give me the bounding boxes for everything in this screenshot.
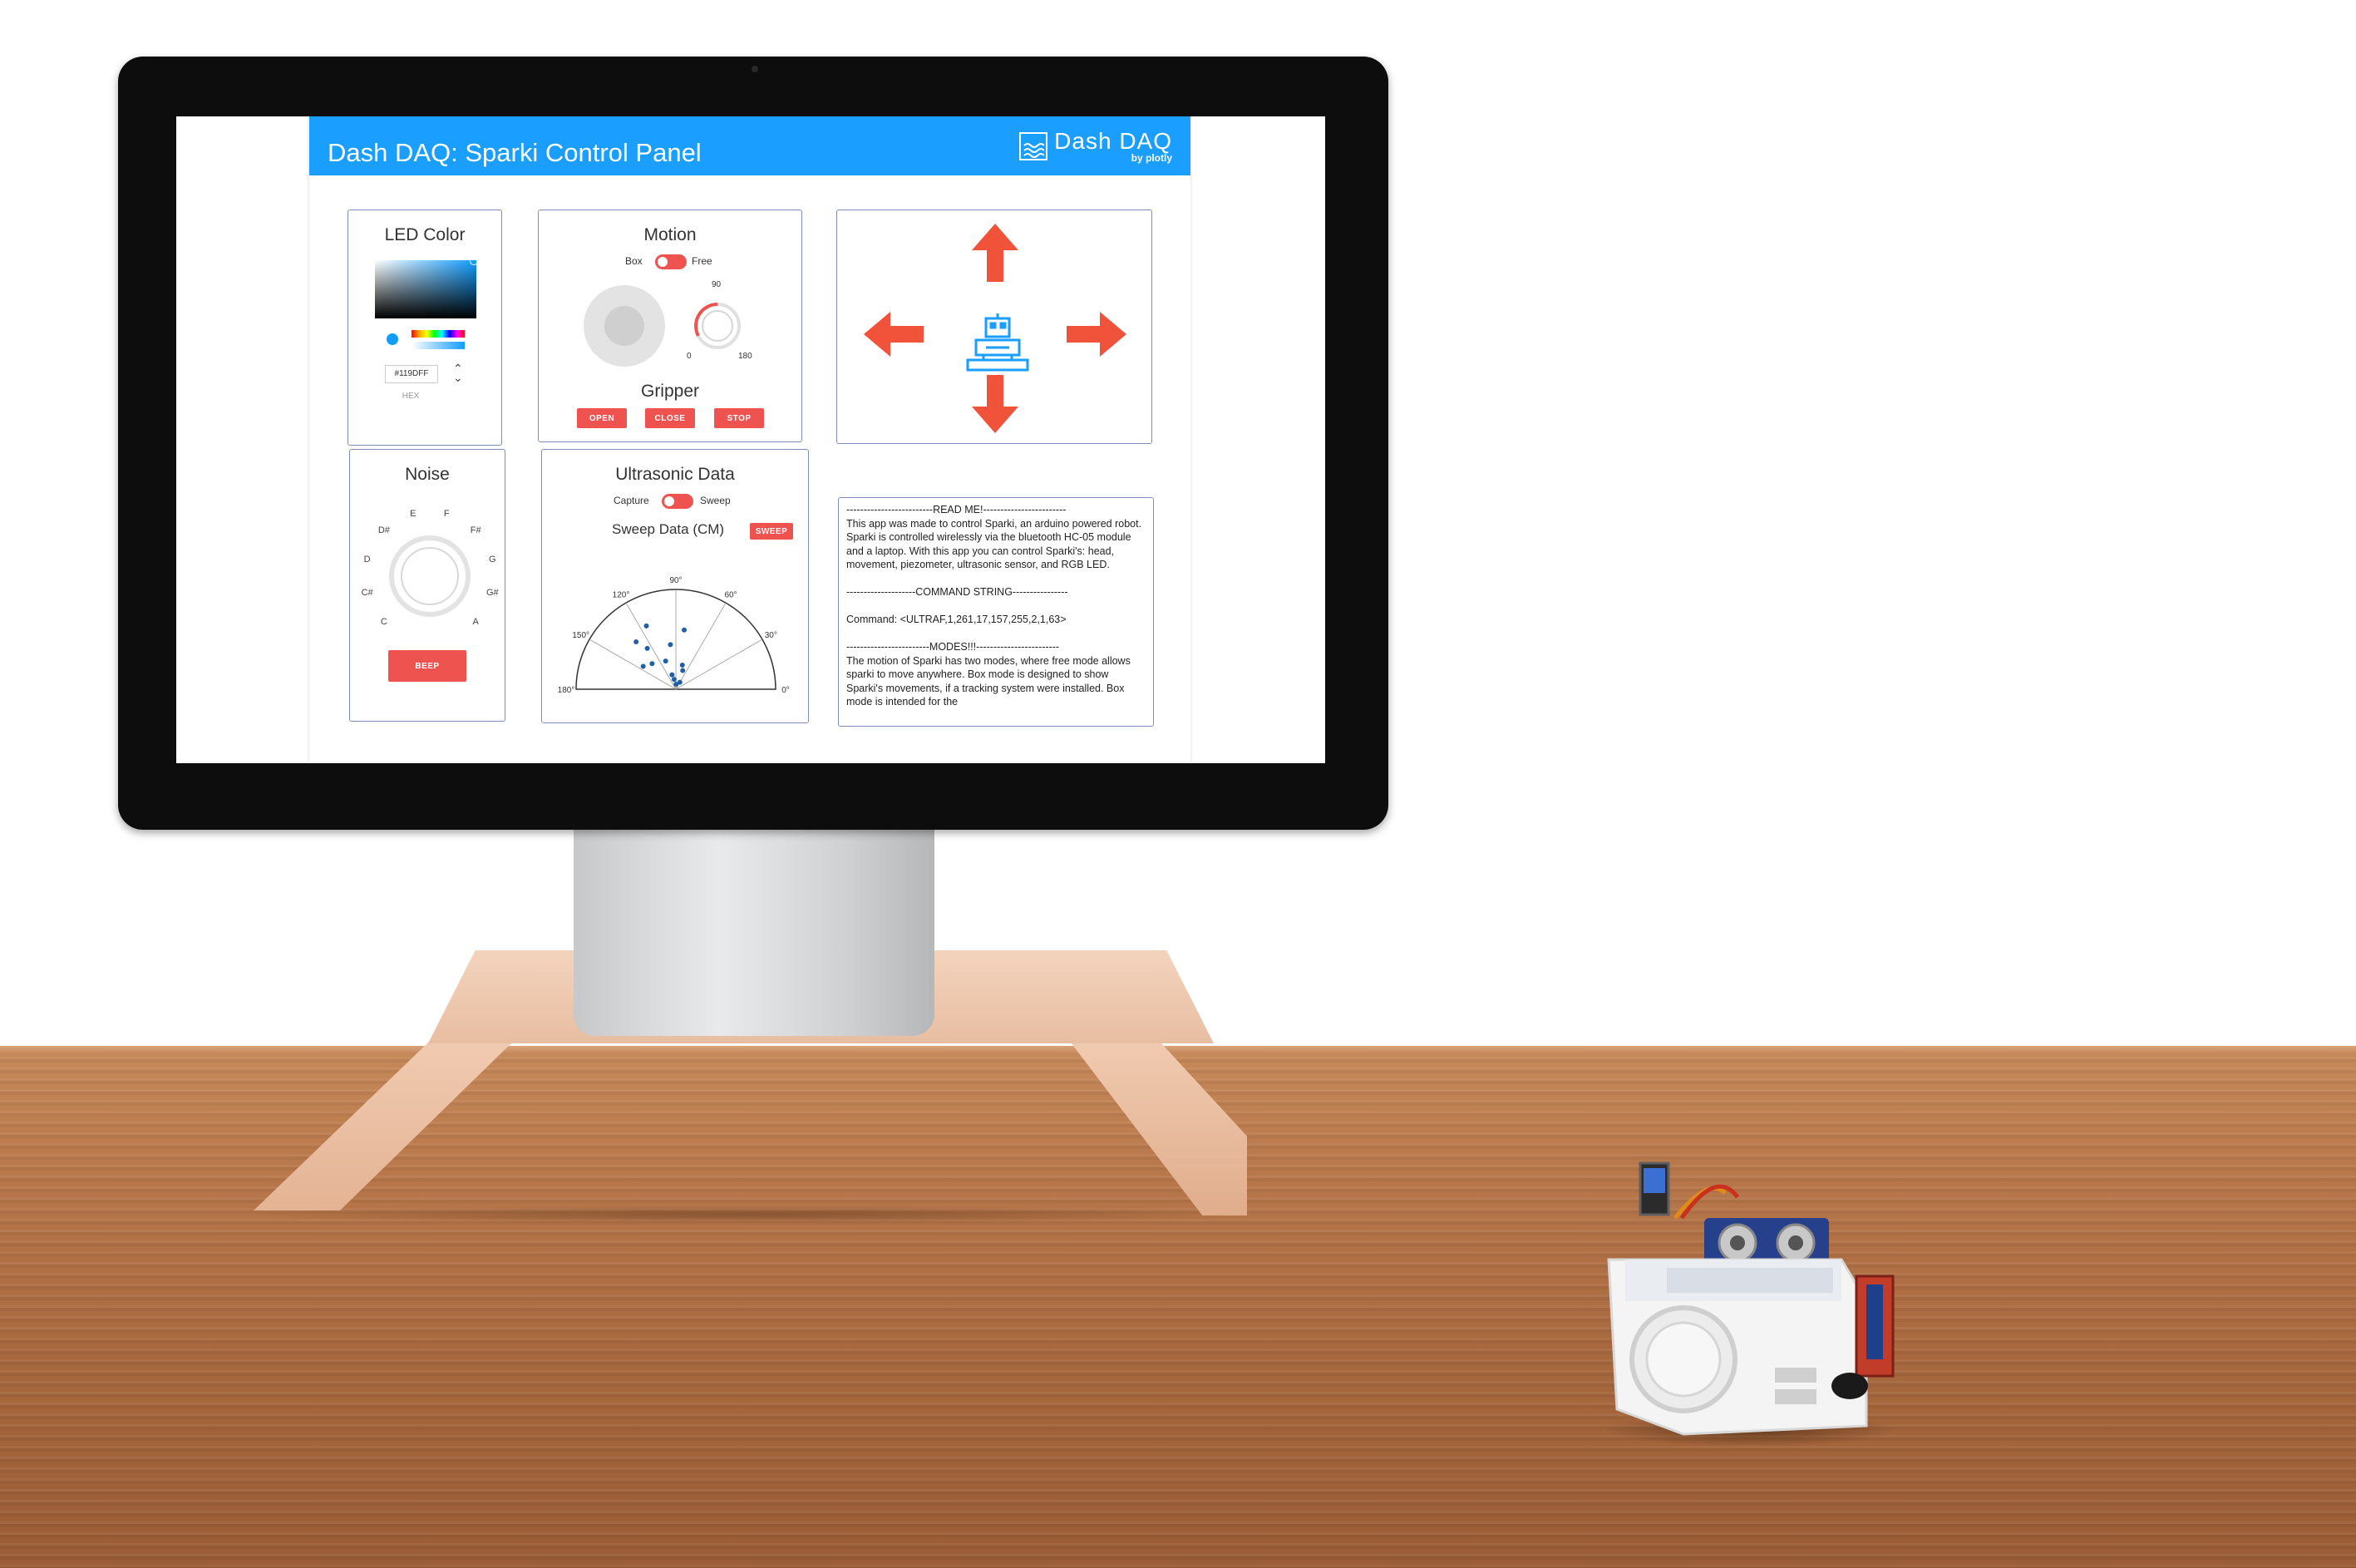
ultrasonic-toggle-left-label: Capture bbox=[614, 495, 649, 506]
polar-data-point bbox=[669, 672, 675, 678]
joystick-handle[interactable] bbox=[604, 306, 644, 346]
motion-panel: Motion Box Free 90 0 180 Gripper OPEN CL… bbox=[538, 210, 802, 442]
direction-control-panel bbox=[836, 210, 1152, 444]
polar-grid-line bbox=[675, 602, 727, 690]
modes-header: ------------------------MODES!!!--------… bbox=[846, 641, 1060, 653]
arrow-left-icon[interactable] bbox=[862, 310, 925, 358]
readme-text: -------------------------READ ME!-------… bbox=[839, 498, 1153, 726]
camera bbox=[752, 66, 758, 72]
polar-data-point bbox=[644, 645, 650, 651]
command-header: --------------------COMMAND STRING------… bbox=[846, 586, 1068, 598]
arrow-down-icon[interactable] bbox=[970, 373, 1020, 435]
alpha-slider[interactable] bbox=[412, 342, 465, 349]
noise-panel: Noise C C# D D# E F F# G G# A BEEP bbox=[349, 449, 505, 722]
logo-sub-text: by plotly bbox=[1131, 151, 1172, 164]
polar-data-point bbox=[682, 627, 688, 633]
color-gradient-area[interactable] bbox=[375, 260, 476, 318]
polar-data-point bbox=[663, 658, 668, 664]
polar-data-point bbox=[671, 677, 677, 683]
head-angle-knob[interactable] bbox=[688, 297, 747, 355]
noise-title: Noise bbox=[405, 465, 450, 484]
noise-note-label: G# bbox=[485, 588, 499, 599]
beep-button[interactable]: BEEP bbox=[388, 650, 466, 682]
readme-panel[interactable]: -------------------------READ ME!-------… bbox=[838, 497, 1154, 727]
sparki-robot-image bbox=[1607, 1161, 1895, 1436]
motion-toggle-left-label: Box bbox=[625, 255, 643, 267]
sweep-button[interactable]: SWEEP bbox=[750, 523, 793, 540]
chevron-updown-icon[interactable]: ⌃ ⌄ bbox=[453, 362, 463, 383]
readme-body: This app was made to control Sparki, an … bbox=[846, 517, 1142, 571]
polar-data-point bbox=[643, 623, 649, 629]
scene: Dash DAQ: Sparki Control Panel Dash DAQ … bbox=[0, 0, 2356, 1568]
polar-tick-label: 120° bbox=[613, 591, 630, 600]
monitor: Dash DAQ: Sparki Control Panel Dash DAQ … bbox=[118, 57, 1388, 830]
polar-tick-label: 90° bbox=[669, 576, 682, 585]
polar-sweep-chart: 0° 30° 60° 90° 120° 150° 180° bbox=[558, 576, 790, 695]
gripper-open-button[interactable]: OPEN bbox=[577, 408, 627, 428]
noise-note-label: C# bbox=[361, 588, 373, 599]
polar-data-point bbox=[668, 642, 673, 648]
app-title: Dash DAQ: Sparki Control Panel bbox=[328, 137, 702, 167]
noise-note-label: A bbox=[472, 617, 479, 628]
command-string: Command: <ULTRAF,1,261,17,157,255,2,1,63… bbox=[846, 614, 1067, 625]
gripper-stop-button[interactable]: STOP bbox=[714, 408, 764, 428]
arrow-up-icon[interactable] bbox=[970, 222, 1020, 284]
noise-note-label: E bbox=[410, 508, 416, 519]
color-picker-handle[interactable] bbox=[470, 257, 478, 265]
noise-knob[interactable] bbox=[387, 533, 473, 619]
knob-top-label: 90 bbox=[712, 280, 722, 289]
noise-note-label: G bbox=[489, 554, 496, 565]
arrow-right-icon[interactable] bbox=[1065, 310, 1128, 358]
motion-title: Motion bbox=[643, 225, 697, 244]
ultrasonic-mode-toggle[interactable] bbox=[662, 494, 693, 509]
noise-note-label: F bbox=[443, 508, 450, 519]
wave-logo-icon bbox=[1019, 131, 1048, 160]
app-header: Dash DAQ: Sparki Control Panel Dash DAQ … bbox=[309, 116, 1190, 175]
robot-icon bbox=[966, 313, 1029, 372]
hex-label: HEX bbox=[402, 392, 420, 401]
stand-shadow bbox=[249, 1206, 1255, 1224]
gripper-title: Gripper bbox=[640, 382, 700, 401]
polar-data-point bbox=[680, 668, 686, 673]
dash-daq-logo[interactable]: Dash DAQ by plotly bbox=[1019, 127, 1172, 164]
gripper-close-button[interactable]: CLOSE bbox=[645, 408, 695, 428]
readme-header: -------------------------READ ME!-------… bbox=[846, 504, 1067, 515]
polar-grid-line bbox=[675, 639, 763, 690]
polar-grid-line bbox=[589, 639, 677, 690]
polar-data-point bbox=[677, 679, 683, 685]
polar-data-point bbox=[649, 661, 655, 667]
knob-max-label: 180 bbox=[738, 352, 752, 361]
logo-main-text: Dash DAQ bbox=[1054, 127, 1172, 154]
polar-data-point bbox=[679, 663, 685, 668]
noise-note-label: D bbox=[363, 554, 371, 565]
ultrasonic-title: Ultrasonic Data bbox=[615, 465, 735, 484]
hue-slider[interactable] bbox=[412, 330, 465, 338]
desk-edge bbox=[0, 1046, 2356, 1054]
modes-body: The motion of Sparki has two modes, wher… bbox=[846, 654, 1131, 708]
ultrasonic-toggle-right-label: Sweep bbox=[700, 495, 731, 506]
polar-data-point bbox=[633, 639, 639, 645]
motion-mode-toggle[interactable] bbox=[655, 254, 687, 269]
knob-min-label: 0 bbox=[687, 352, 692, 361]
polar-tick-label: 180° bbox=[558, 686, 575, 695]
polar-data-point bbox=[640, 663, 646, 669]
polar-tick-label: 30° bbox=[765, 631, 777, 640]
polar-tick-label: 0° bbox=[781, 686, 790, 695]
led-color-panel: LED Color #119DFF ⌃ ⌄ HEX bbox=[347, 210, 502, 446]
polar-tick-label: 60° bbox=[724, 591, 737, 600]
led-color-title: LED Color bbox=[384, 225, 466, 244]
polar-tick-label: 150° bbox=[572, 631, 589, 640]
ultrasonic-panel: Ultrasonic Data Capture Sweep Sweep Data… bbox=[541, 449, 809, 723]
sweep-data-title: Sweep Data (CM) bbox=[612, 521, 725, 537]
color-preview-swatch bbox=[387, 333, 398, 345]
hex-input[interactable]: #119DFF bbox=[385, 365, 438, 383]
screen: Dash DAQ: Sparki Control Panel Dash DAQ … bbox=[176, 116, 1325, 763]
motion-toggle-right-label: Free bbox=[692, 255, 712, 267]
monitor-neck bbox=[574, 830, 934, 1036]
dash-app: Dash DAQ: Sparki Control Panel Dash DAQ … bbox=[309, 116, 1190, 763]
